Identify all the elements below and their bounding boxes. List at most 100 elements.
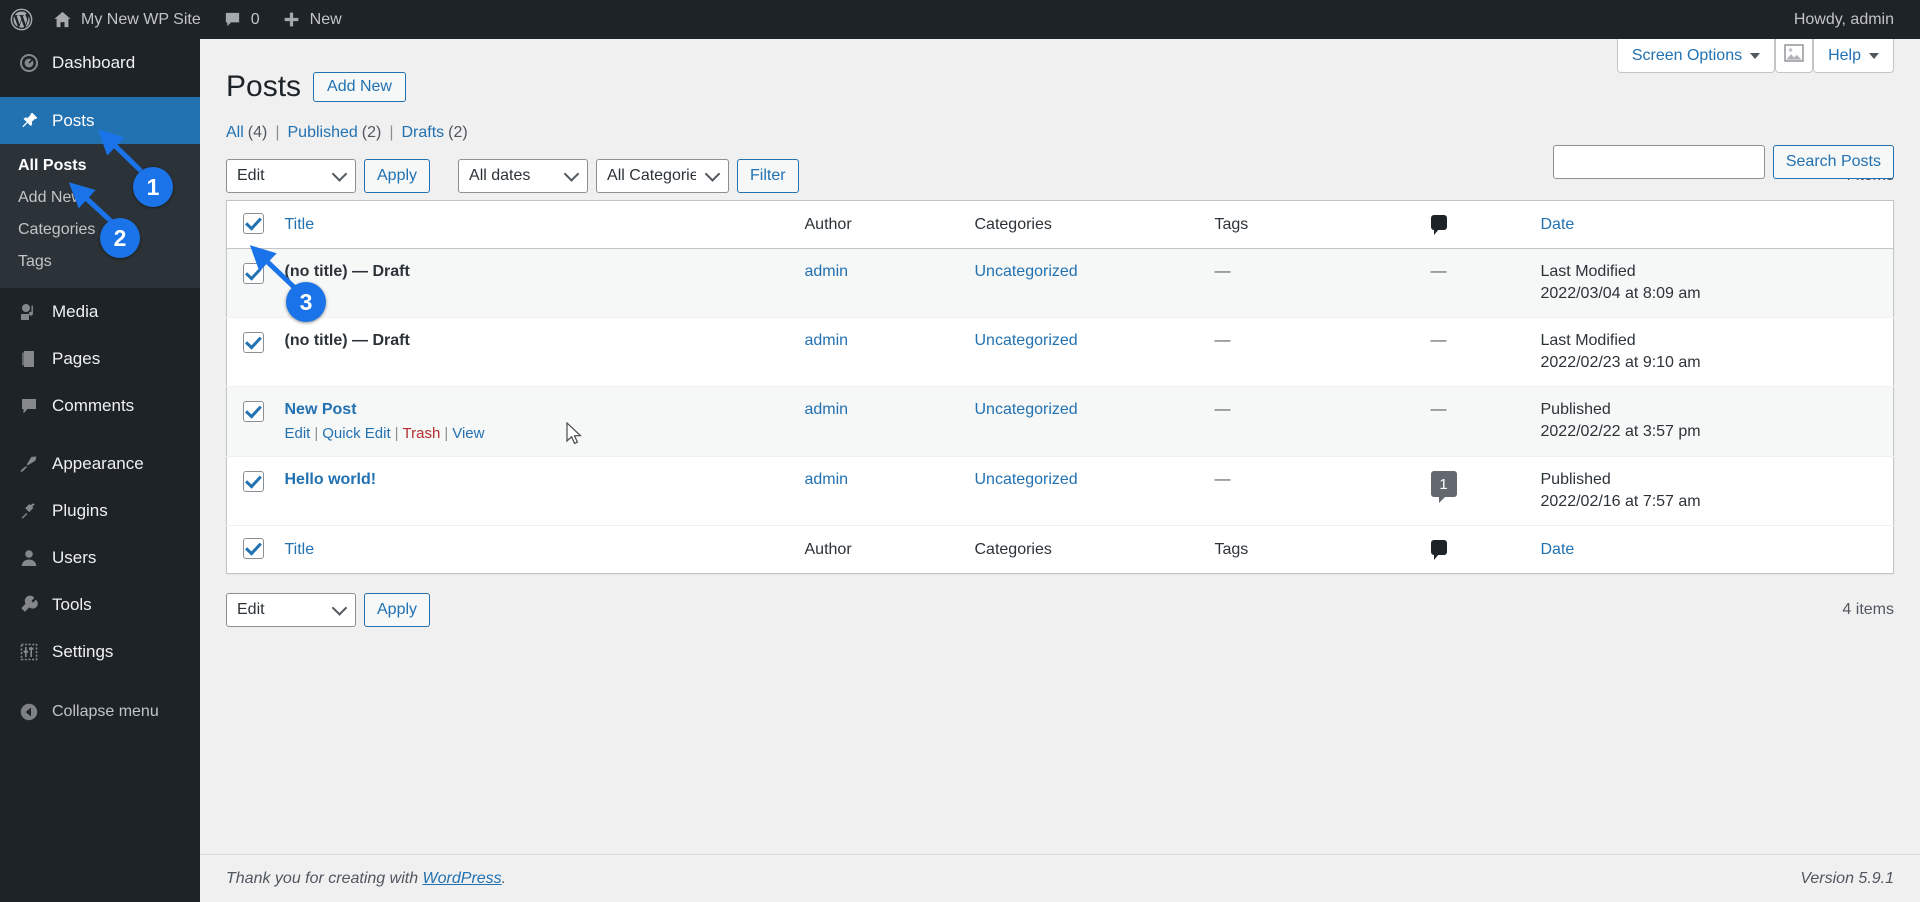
posts-table-foot: Title Author Categories Tags Date: [226, 525, 1894, 574]
media-photo-note-icon: [18, 302, 40, 322]
post-category-link[interactable]: Uncategorized: [975, 332, 1078, 349]
sidebar-item-pages[interactable]: Pages: [0, 335, 200, 382]
row-checkbox[interactable]: [243, 471, 264, 492]
table-footer-row: Title Author Categories Tags Date: [226, 525, 1894, 574]
sidebar-item-tools[interactable]: Tools: [0, 581, 200, 628]
page-body: Screen Options Help Posts Add New All (4…: [200, 39, 1920, 630]
home-icon: [53, 10, 72, 29]
search-posts-button[interactable]: Search Posts: [1772, 145, 1894, 179]
row-date-cell: Published 2022/02/16 at 7:57 am: [1531, 457, 1894, 526]
post-title-link[interactable]: (no title): [285, 332, 348, 349]
category-filter-select[interactable]: All Categories: [596, 159, 730, 193]
site-name-button[interactable]: My New WP Site: [42, 0, 212, 39]
post-title-link[interactable]: New Post: [285, 401, 357, 418]
sidebar-item-posts[interactable]: Posts: [0, 97, 208, 144]
post-author-link[interactable]: admin: [805, 401, 849, 418]
bulk-action-select-bottom[interactable]: Edit: [226, 593, 356, 627]
media-thumbnail-tab[interactable]: [1775, 39, 1814, 73]
filter-count-all: (4): [247, 124, 268, 141]
post-title-link[interactable]: (no title): [285, 263, 348, 280]
filter-link-all-label[interactable]: All: [226, 124, 244, 142]
post-category-link[interactable]: Uncategorized: [975, 471, 1078, 488]
post-author-link[interactable]: admin: [805, 471, 849, 488]
sidebar-item-users[interactable]: Users: [0, 534, 200, 581]
table-row: New Post Edit | Quick Edit | Trash | View admin U…: [226, 386, 1894, 457]
row-checkbox[interactable]: [243, 263, 264, 284]
comment-count-bubble[interactable]: 1: [1430, 471, 1457, 503]
sidebar-item-tags[interactable]: Tags: [0, 246, 200, 278]
sidebar-item-label: Settings: [52, 642, 114, 661]
bulk-action-select-top[interactable]: Edit: [226, 159, 356, 193]
apply-bulk-action-button-bottom[interactable]: Apply: [364, 593, 431, 627]
menu-separator: [0, 86, 200, 97]
footer-version: Version 5.9.1: [1800, 869, 1894, 887]
sidebar-item-categories[interactable]: Categories: [0, 214, 200, 246]
row-checkbox[interactable]: [243, 332, 264, 353]
row-action-edit[interactable]: Edit: [285, 425, 311, 442]
filter-link-all[interactable]: All (4) |: [226, 124, 288, 142]
sort-by-title-link-bottom[interactable]: Title: [285, 541, 315, 558]
row-action-trash[interactable]: Trash: [403, 425, 441, 442]
wordpress-logo-button[interactable]: [0, 0, 42, 39]
settings-sliders-icon: [18, 642, 40, 662]
sidebar-item-comments[interactable]: Comments: [0, 382, 200, 429]
filter-button[interactable]: Filter: [737, 159, 799, 193]
collapse-menu-button[interactable]: Collapse menu: [0, 689, 200, 735]
column-header-title[interactable]: Title: [275, 201, 795, 249]
sidebar-item-settings[interactable]: Settings: [0, 628, 200, 675]
page-title: Posts: [226, 70, 302, 103]
filter-link-drafts[interactable]: Drafts (2): [402, 124, 468, 142]
post-title-link[interactable]: Hello world!: [285, 471, 377, 488]
footer-thanks-suffix: .: [501, 869, 507, 887]
filter-link-published[interactable]: Published (2) |: [288, 124, 402, 142]
column-header-comments[interactable]: [1421, 201, 1531, 249]
row-checkbox[interactable]: [243, 401, 264, 422]
comment-count-value: —: [1430, 332, 1447, 349]
bulk-actions-top: Edit Apply All dates All Categories Filt…: [226, 159, 799, 193]
add-new-post-button[interactable]: Add New: [313, 71, 406, 102]
date-filter-select[interactable]: All dates: [458, 159, 589, 193]
sort-by-title-link[interactable]: Title: [285, 216, 315, 233]
screen-options-tab[interactable]: Screen Options: [1616, 39, 1776, 73]
select-all-checkbox-bottom[interactable]: [243, 538, 264, 559]
post-date-status: Published: [1540, 401, 1611, 418]
plug-icon: [18, 501, 40, 521]
content-area: Screen Options Help Posts Add New All (4…: [200, 39, 1920, 902]
post-category-link[interactable]: Uncategorized: [975, 401, 1078, 418]
sidebar-item-label: Pages: [52, 349, 101, 368]
sidebar-item-dashboard[interactable]: Dashboard: [0, 39, 200, 86]
help-tab[interactable]: Help: [1813, 39, 1894, 73]
new-content-button[interactable]: New: [271, 0, 353, 39]
search-input[interactable]: [1552, 145, 1765, 179]
column-footer-date[interactable]: Date: [1531, 526, 1894, 574]
post-category-link[interactable]: Uncategorized: [975, 263, 1078, 280]
column-header-date[interactable]: Date: [1531, 201, 1894, 249]
post-author-link[interactable]: admin: [805, 332, 849, 349]
wordpress-link[interactable]: WordPress: [423, 870, 502, 887]
filter-link-drafts-label[interactable]: Drafts: [402, 124, 445, 142]
column-footer-comments[interactable]: [1421, 526, 1531, 574]
sidebar-item-appearance[interactable]: Appearance: [0, 440, 200, 487]
select-all-checkbox[interactable]: [243, 213, 264, 234]
apply-bulk-action-button-top[interactable]: Apply: [364, 159, 431, 193]
comments-count-label: 0: [250, 10, 260, 28]
sort-by-date-link[interactable]: Date: [1541, 216, 1575, 233]
page-document-icon: [18, 349, 40, 369]
sidebar-item-plugins[interactable]: Plugins: [0, 487, 200, 534]
post-author-link[interactable]: admin: [805, 263, 849, 280]
posts-table-body: (no title) — Draft admin Uncategorized — — La…: [226, 248, 1894, 526]
howdy-user-menu[interactable]: Howdy, admin: [1794, 11, 1920, 29]
sort-by-date-link-bottom[interactable]: Date: [1541, 541, 1575, 558]
column-footer-title[interactable]: Title: [275, 526, 795, 574]
filter-separator: |: [389, 124, 394, 141]
filter-link-published-label[interactable]: Published: [288, 124, 358, 142]
posts-submenu: All Posts Add New Categories Tags: [0, 144, 200, 288]
row-action-view[interactable]: View: [452, 425, 484, 442]
comments-bubble-button[interactable]: 0: [212, 0, 271, 39]
row-action-quick-edit[interactable]: Quick Edit: [322, 425, 390, 442]
sidebar-item-all-posts[interactable]: All Posts: [0, 150, 200, 182]
row-categories-cell: Uncategorized: [965, 249, 1205, 318]
post-date-value: 2022/02/23 at 9:10 am: [1540, 354, 1701, 371]
sidebar-item-media[interactable]: Media: [0, 288, 200, 335]
sidebar-item-add-new[interactable]: Add New: [0, 182, 200, 214]
